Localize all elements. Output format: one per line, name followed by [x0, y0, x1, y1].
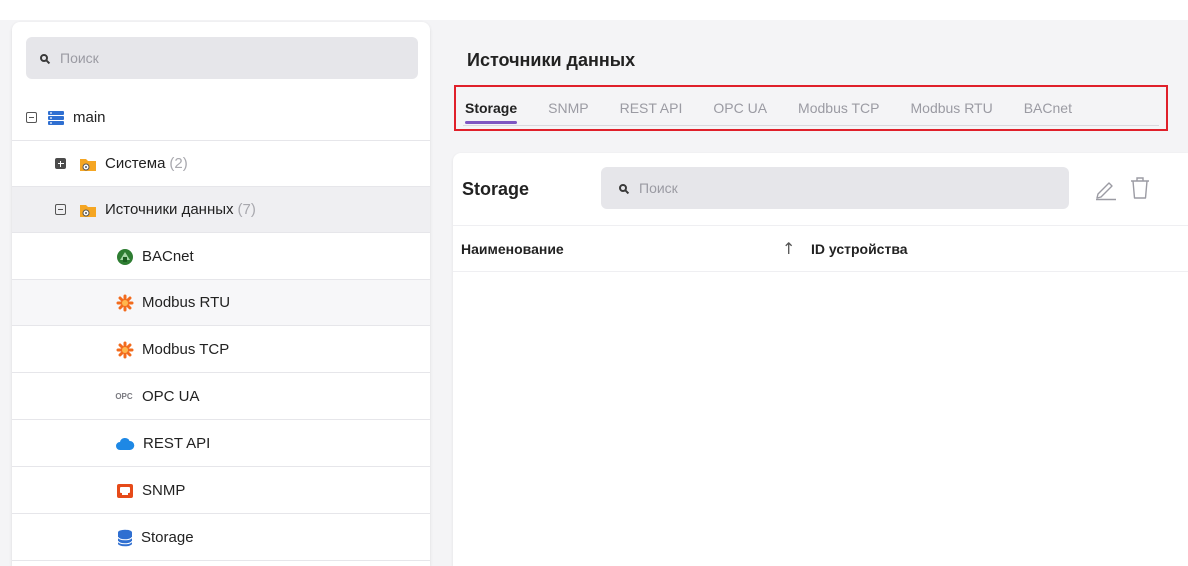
tabs-divider: [463, 125, 1159, 126]
tree-item-modbus-rtu[interactable]: Modbus RTU: [12, 280, 430, 326]
tab-modbus-tcp[interactable]: Modbus TCP: [798, 87, 879, 129]
tree-item-data-sources[interactable]: Источники данных (7): [12, 187, 430, 233]
tabs-highlight: Storage SNMP REST API OPC UA Modbus TCP …: [454, 85, 1168, 131]
search-icon: [40, 54, 48, 62]
panel-title: Storage: [462, 179, 530, 199]
tree-item-label: Modbus TCP: [142, 341, 230, 358]
table-header-divider: [453, 271, 1188, 272]
column-header-device-id[interactable]: ID устройства: [811, 241, 908, 257]
tab-modbus-rtu[interactable]: Modbus RTU: [911, 87, 993, 129]
snmp-icon: [117, 483, 133, 498]
tab-bar: Storage SNMP REST API OPC UA Modbus TCP …: [456, 87, 1095, 129]
expand-toggle-icon[interactable]: [55, 158, 66, 169]
panel-divider: [453, 225, 1188, 226]
tree-item-label: Система (2): [105, 155, 188, 172]
modbus-icon: [116, 341, 134, 358]
sidebar-search-input[interactable]: [58, 49, 392, 67]
search-icon: [619, 184, 627, 192]
panel-search-input[interactable]: [637, 179, 1061, 197]
opc-icon: OPC: [115, 392, 133, 401]
item-count: (7): [237, 201, 256, 218]
storage-icon: [117, 529, 133, 546]
collapse-toggle-icon[interactable]: [55, 204, 66, 215]
tree-item-modbus-tcp[interactable]: Modbus TCP: [12, 327, 430, 373]
sort-ascending-icon[interactable]: ↑: [782, 239, 795, 258]
folder-gear-icon: [80, 158, 96, 171]
tree-item-label: main: [73, 109, 106, 126]
app-window: main Система(2) Источники данных(7): [0, 0, 1188, 566]
tree-item-label: OPC UA: [142, 388, 200, 405]
tree-item-label: Источники данных (7): [105, 201, 256, 218]
storage-panel: Storage Наименование ↑ ID устройства: [453, 153, 1188, 566]
collapse-toggle-icon[interactable]: [26, 112, 37, 123]
tab-opc-ua[interactable]: OPC UA: [713, 87, 767, 129]
pencil-icon[interactable]: [1093, 175, 1119, 201]
tree-item-storage[interactable]: Storage: [12, 515, 430, 561]
bacnet-icon: [117, 248, 133, 265]
tree-item-label: SNMP: [142, 482, 186, 499]
tab-bacnet[interactable]: BACnet: [1024, 87, 1072, 129]
tab-rest-api[interactable]: REST API: [620, 87, 683, 129]
tree-item-rest-api[interactable]: REST API: [12, 421, 430, 467]
tree-item-label: REST API: [143, 435, 211, 452]
panel-search[interactable]: [601, 167, 1069, 209]
item-count: (2): [169, 155, 188, 172]
tab-storage[interactable]: Storage: [465, 87, 518, 129]
column-header-name[interactable]: Наименование: [461, 241, 564, 257]
sidebar: main Система(2) Источники данных(7): [12, 22, 430, 566]
tree-item-bacnet[interactable]: BACnet: [12, 234, 430, 280]
tree-item-main[interactable]: main: [12, 95, 430, 141]
folder-gear-icon: [80, 204, 96, 217]
modbus-icon: [116, 294, 134, 311]
data-sources-label: Источники данных: [105, 201, 234, 218]
page-title: Источники данных: [467, 50, 636, 70]
tree-item-snmp[interactable]: SNMP: [12, 468, 430, 514]
tree-item-label: Storage: [141, 529, 194, 546]
system-label: Система: [105, 155, 166, 172]
tree-item-label: BACnet: [142, 248, 194, 265]
sidebar-search[interactable]: [26, 37, 418, 79]
tree-item-system[interactable]: Система (2): [12, 141, 430, 187]
tree-item-label: Modbus RTU: [142, 294, 231, 311]
trash-icon[interactable]: [1127, 175, 1153, 201]
database-server-icon: [48, 110, 64, 125]
top-strip: [0, 0, 1188, 20]
tree-item-opc-ua[interactable]: OPC OPC UA: [12, 374, 430, 420]
cloud-icon: [116, 437, 135, 450]
tab-snmp[interactable]: SNMP: [548, 87, 588, 129]
